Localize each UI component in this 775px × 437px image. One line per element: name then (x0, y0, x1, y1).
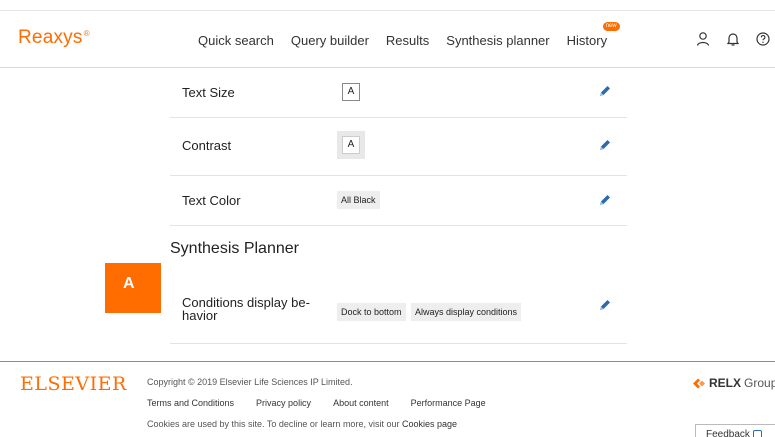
conditions-display-row: Conditions display be- havior Dock to bo… (170, 288, 627, 344)
feedback-tab[interactable]: Feedback (695, 424, 775, 437)
contrast-label: Contrast (182, 138, 232, 153)
conditions-display-label: Conditions display be- havior (182, 296, 310, 322)
logo-trademark: ® (83, 28, 90, 38)
relx-logo-icon (693, 378, 705, 388)
nav-results[interactable]: Results (386, 33, 429, 48)
conditions-display-label-line2: havior (182, 308, 218, 323)
edit-conditions-pencil-icon[interactable] (598, 298, 612, 312)
cookies-page-link[interactable]: Cookies page (402, 419, 457, 429)
relx-group-logo[interactable]: RELX Group (692, 376, 775, 390)
main-nav: Quick search Query builder Results Synth… (198, 22, 641, 48)
feedback-label: Feedback (706, 429, 750, 437)
annotation-marker-a: A (105, 263, 161, 313)
copyright-text: Copyright © 2019 Elsevier Life Sciences … (147, 377, 353, 387)
about-content-link[interactable]: About content (333, 398, 389, 408)
performance-page-link[interactable]: Performance Page (411, 398, 486, 408)
text-color-label: Text Color (182, 193, 241, 208)
cookies-text: Cookies are used by this site. To declin… (147, 419, 402, 429)
relx-group-text: Group (744, 376, 775, 390)
header-icons (695, 31, 771, 47)
text-size-value: A (342, 83, 360, 101)
synthesis-planner-heading: Synthesis Planner (170, 240, 299, 257)
text-color-value: All Black (337, 191, 380, 209)
cookies-notice: Cookies are used by this site. To declin… (147, 419, 457, 429)
contrast-swatch: A (337, 131, 365, 159)
nav-history[interactable]: History new (566, 22, 624, 48)
text-size-row: Text Size A (170, 68, 627, 118)
dock-to-bottom-option[interactable]: Dock to bottom (337, 303, 406, 321)
bell-icon[interactable] (725, 31, 741, 47)
nav-history-label: History (566, 33, 608, 48)
privacy-link[interactable]: Privacy policy (256, 398, 311, 408)
edit-contrast-pencil-icon[interactable] (598, 138, 612, 152)
footer-divider (0, 361, 775, 362)
edit-text-color-pencil-icon[interactable] (598, 193, 612, 207)
nav-quick-search[interactable]: Quick search (198, 33, 274, 48)
edit-text-size-pencil-icon[interactable] (598, 84, 612, 98)
annotation-marker-label: A (123, 275, 135, 292)
contrast-value: A (342, 136, 360, 154)
contrast-row: Contrast A (170, 118, 627, 176)
relx-logo-text: RELX (709, 376, 742, 390)
logo-text: Reaxys (18, 27, 83, 48)
user-icon[interactable] (695, 31, 711, 47)
feedback-chat-icon (752, 429, 762, 437)
nav-query-builder[interactable]: Query builder (291, 33, 369, 48)
always-display-conditions-option[interactable]: Always display conditions (411, 303, 522, 321)
reaxys-logo[interactable]: Reaxys® (18, 27, 90, 49)
nav-synthesis-planner[interactable]: Synthesis planner (446, 33, 549, 48)
footer-links: Terms and Conditions Privacy policy Abou… (147, 398, 508, 408)
help-icon[interactable] (755, 31, 771, 47)
text-color-row: Text Color All Black (170, 176, 627, 226)
new-badge: new (602, 22, 620, 31)
elsevier-logo[interactable]: ELSEVIER (20, 373, 127, 395)
terms-link[interactable]: Terms and Conditions (147, 398, 234, 408)
text-size-label: Text Size (182, 85, 235, 100)
top-navigation-bar: Reaxys® Quick search Query builder Resul… (0, 10, 775, 68)
